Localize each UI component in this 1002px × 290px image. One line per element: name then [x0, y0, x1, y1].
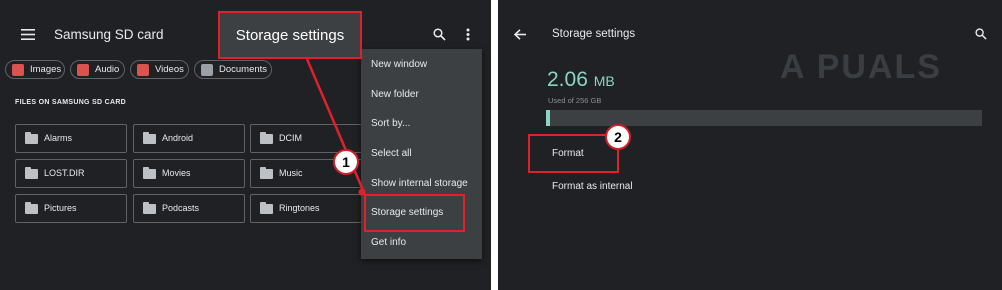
step-2-badge: 2	[605, 124, 631, 150]
watermark-logo: A PUALS	[780, 48, 942, 86]
back-arrow-icon[interactable]	[514, 29, 526, 40]
storage-settings-panel: A PUALS Storage settings 2.06 MB Used of…	[498, 0, 1002, 290]
step-1-badge: 1	[333, 149, 359, 175]
storage-used-value: 2.06 MB	[547, 68, 615, 92]
file-browser-panel: Samsung SD card Images Audio Videos Docu…	[0, 0, 491, 290]
storage-used-caption: Used of 256 GB	[548, 96, 602, 105]
storage-progress-fill	[546, 110, 551, 126]
storage-used-unit: MB	[593, 73, 615, 89]
format-as-internal-option[interactable]: Format as internal	[552, 181, 633, 192]
search-icon[interactable]	[975, 28, 987, 40]
storage-progress-bar	[546, 110, 982, 126]
page-title: Storage settings	[552, 28, 636, 40]
storage-settings-callout: Storage settings	[218, 11, 362, 59]
storage-used-number: 2.06	[547, 68, 588, 91]
